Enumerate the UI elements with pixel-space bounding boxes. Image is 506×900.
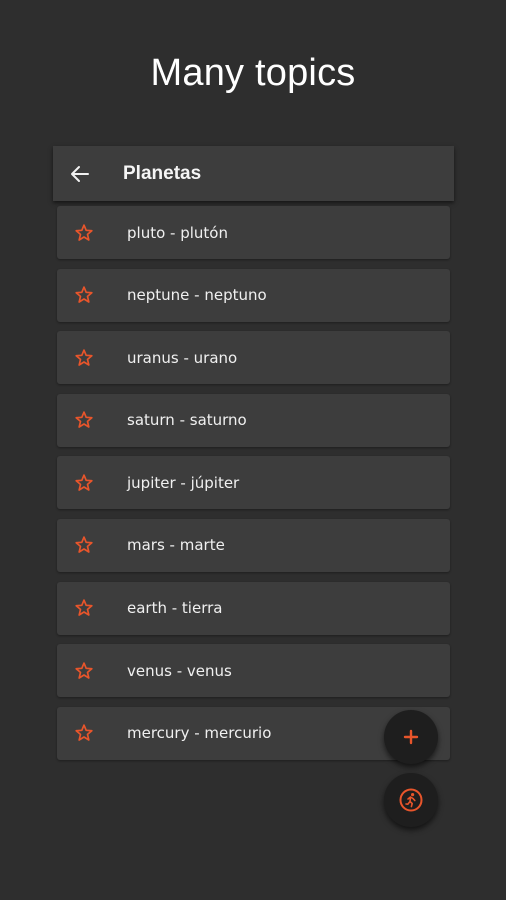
back-button[interactable] — [53, 146, 107, 201]
list-item-label: neptune - neptuno — [127, 286, 267, 305]
favorite-button[interactable] — [57, 206, 111, 259]
favorite-button[interactable] — [57, 519, 111, 572]
topic-title: Planetas — [123, 162, 202, 184]
add-button[interactable] — [384, 710, 438, 764]
star-outline-icon — [75, 474, 93, 491]
list-item[interactable]: jupiter - júpiter — [57, 456, 450, 510]
star-outline-icon — [75, 661, 93, 679]
list-item[interactable]: saturn - saturno — [57, 393, 450, 447]
star-outline-icon — [75, 411, 93, 429]
list-item[interactable]: venus - venus — [57, 644, 450, 698]
favorite-button[interactable] — [57, 394, 111, 447]
page-title: Many topics — [150, 52, 356, 94]
running-person-icon — [399, 788, 423, 812]
list-item-label: pluto - plutón — [127, 223, 228, 242]
list-item-label: venus - venus — [127, 661, 232, 680]
list-item-label: uranus - urano — [127, 348, 238, 367]
list-item[interactable]: uranus - urano — [57, 331, 450, 385]
star-outline-icon — [75, 724, 93, 742]
favorite-button[interactable] — [57, 707, 111, 760]
list-item[interactable]: mars - marte — [57, 518, 450, 572]
list-item[interactable]: pluto - plutón — [57, 206, 450, 259]
list-item-label: earth - tierra — [127, 599, 223, 618]
favorite-button[interactable] — [57, 269, 111, 322]
screen: Many topics Planetas pluto - plutón nept… — [0, 0, 506, 900]
arrow-left-icon — [71, 165, 89, 182]
star-outline-icon — [75, 223, 93, 241]
word-list: pluto - plutón neptune - neptuno uranus … — [57, 206, 450, 769]
practice-button[interactable] — [384, 773, 438, 827]
favorite-button[interactable] — [57, 456, 111, 509]
list-item-label: saturn - saturno — [127, 411, 247, 430]
favorite-button[interactable] — [57, 331, 111, 384]
list-item-label: mercury - mercurio — [127, 724, 272, 743]
list-item-label: jupiter - júpiter — [127, 473, 240, 492]
star-outline-icon — [75, 536, 93, 554]
favorite-button[interactable] — [57, 644, 111, 697]
list-item[interactable]: neptune - neptuno — [57, 268, 450, 322]
list-item[interactable]: earth - tierra — [57, 581, 450, 635]
plus-icon — [403, 729, 419, 745]
star-outline-icon — [75, 286, 93, 303]
favorite-button[interactable] — [57, 582, 111, 635]
star-outline-icon — [75, 599, 93, 616]
list-item-label: mars - marte — [127, 536, 225, 555]
star-outline-icon — [75, 348, 93, 366]
app-bar: Planetas — [53, 146, 454, 201]
